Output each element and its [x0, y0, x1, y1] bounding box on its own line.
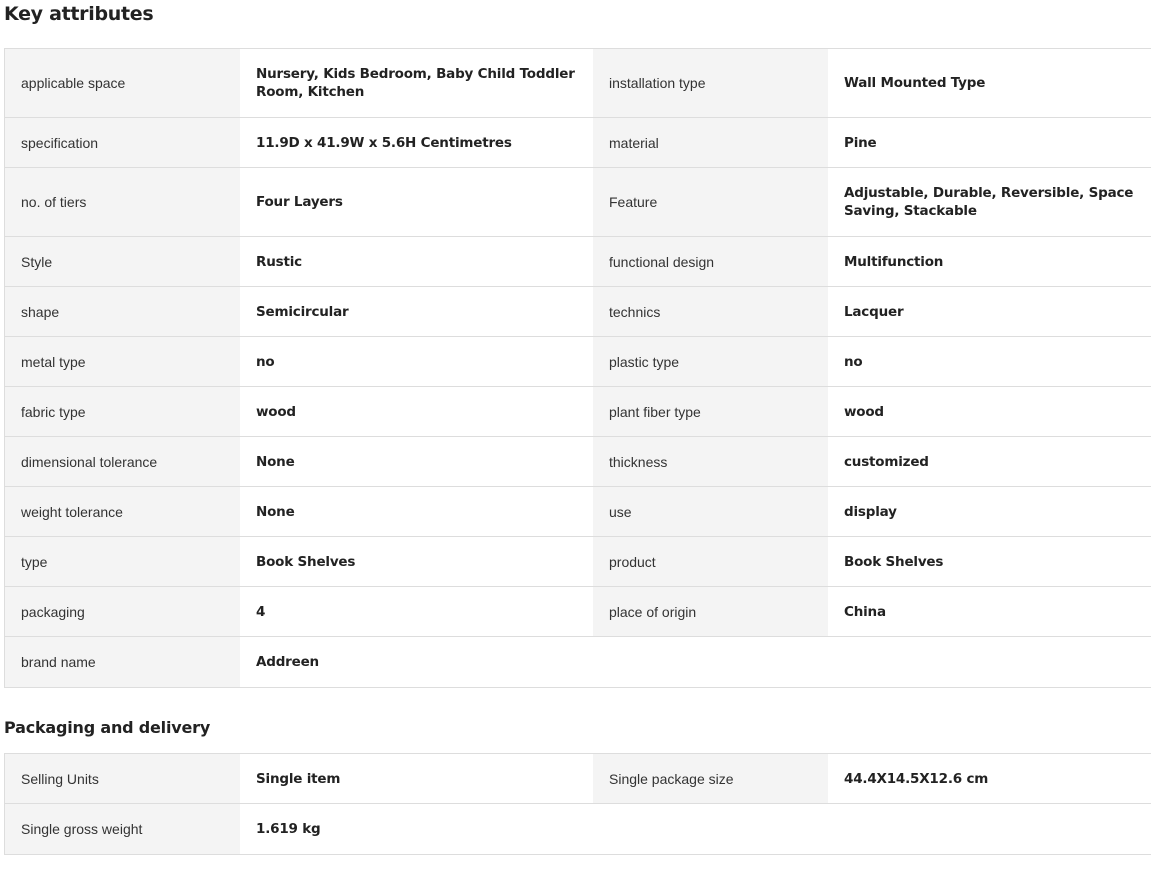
attribute-value: wood	[828, 387, 1151, 436]
attribute-label: place of origin	[593, 587, 828, 636]
attribute-label: installation type	[593, 49, 828, 117]
empty-cell	[828, 637, 1151, 687]
packaging-delivery-heading: Packaging and delivery	[4, 718, 211, 737]
attribute-value: Four Layers	[240, 168, 593, 236]
attribute-value: Adjustable, Durable, Reversible, Space S…	[828, 168, 1151, 236]
attribute-label: use	[593, 487, 828, 536]
attribute-label: product	[593, 537, 828, 586]
attribute-label: plant fiber type	[593, 387, 828, 436]
table-row: Selling Units Single item Single package…	[4, 754, 1151, 804]
attribute-label: no. of tiers	[5, 168, 240, 236]
attribute-value: customized	[828, 437, 1151, 486]
table-row: Style Rustic functional design Multifunc…	[4, 237, 1151, 287]
attribute-value: Book Shelves	[828, 537, 1151, 586]
attribute-value: None	[240, 487, 593, 536]
attribute-label: Single package size	[593, 754, 828, 803]
table-row: Single gross weight 1.619 kg	[4, 804, 1151, 855]
attribute-value: 4	[240, 587, 593, 636]
attribute-label: material	[593, 118, 828, 167]
attribute-value: 11.9D x 41.9W x 5.6H Centimetres	[240, 118, 593, 167]
attribute-label: metal type	[5, 337, 240, 386]
attribute-label: shape	[5, 287, 240, 336]
table-row: shape Semicircular technics Lacquer	[4, 287, 1151, 337]
table-row: brand name Addreen	[4, 637, 1151, 688]
attribute-value: None	[240, 437, 593, 486]
table-row: type Book Shelves product Book Shelves	[4, 537, 1151, 587]
table-row: no. of tiers Four Layers Feature Adjusta…	[4, 168, 1151, 237]
attribute-value: Book Shelves	[240, 537, 593, 586]
attribute-value: Single item	[240, 754, 593, 803]
attribute-value: Semicircular	[240, 287, 593, 336]
attribute-label: Selling Units	[5, 754, 240, 803]
attribute-value: Pine	[828, 118, 1151, 167]
attribute-label: Single gross weight	[5, 804, 240, 854]
attribute-label: functional design	[593, 237, 828, 286]
empty-cell	[828, 804, 1151, 854]
attribute-value: Nursery, Kids Bedroom, Baby Child Toddle…	[240, 49, 593, 117]
attribute-label: weight tolerance	[5, 487, 240, 536]
table-row: metal type no plastic type no	[4, 337, 1151, 387]
attribute-label: thickness	[593, 437, 828, 486]
attribute-value: no	[828, 337, 1151, 386]
table-row: packaging 4 place of origin China	[4, 587, 1151, 637]
attribute-label: Feature	[593, 168, 828, 236]
attribute-value: no	[240, 337, 593, 386]
attribute-label: fabric type	[5, 387, 240, 436]
attribute-label: technics	[593, 287, 828, 336]
attribute-value: Addreen	[240, 637, 593, 687]
attribute-value: display	[828, 487, 1151, 536]
attribute-value: 1.619 kg	[240, 804, 593, 854]
packaging-delivery-table: Selling Units Single item Single package…	[4, 753, 1151, 855]
attribute-label: packaging	[5, 587, 240, 636]
empty-cell	[593, 804, 828, 854]
key-attributes-heading: Key attributes	[4, 3, 154, 25]
table-row: dimensional tolerance None thickness cus…	[4, 437, 1151, 487]
table-row: fabric type wood plant fiber type wood	[4, 387, 1151, 437]
table-row: applicable space Nursery, Kids Bedroom, …	[4, 49, 1151, 118]
attribute-value: 44.4X14.5X12.6 cm	[828, 754, 1151, 803]
empty-cell	[593, 637, 828, 687]
attribute-value: China	[828, 587, 1151, 636]
key-attributes-table: applicable space Nursery, Kids Bedroom, …	[4, 48, 1151, 688]
attribute-label: dimensional tolerance	[5, 437, 240, 486]
attribute-label: Style	[5, 237, 240, 286]
table-row: specification 11.9D x 41.9W x 5.6H Centi…	[4, 118, 1151, 168]
attribute-label: brand name	[5, 637, 240, 687]
attribute-value: Rustic	[240, 237, 593, 286]
attribute-label: applicable space	[5, 49, 240, 117]
table-row: weight tolerance None use display	[4, 487, 1151, 537]
attribute-value: Lacquer	[828, 287, 1151, 336]
attribute-value: Multifunction	[828, 237, 1151, 286]
attribute-label: plastic type	[593, 337, 828, 386]
attribute-value: wood	[240, 387, 593, 436]
attribute-label: specification	[5, 118, 240, 167]
attribute-label: type	[5, 537, 240, 586]
attribute-value: Wall Mounted Type	[828, 49, 1151, 117]
